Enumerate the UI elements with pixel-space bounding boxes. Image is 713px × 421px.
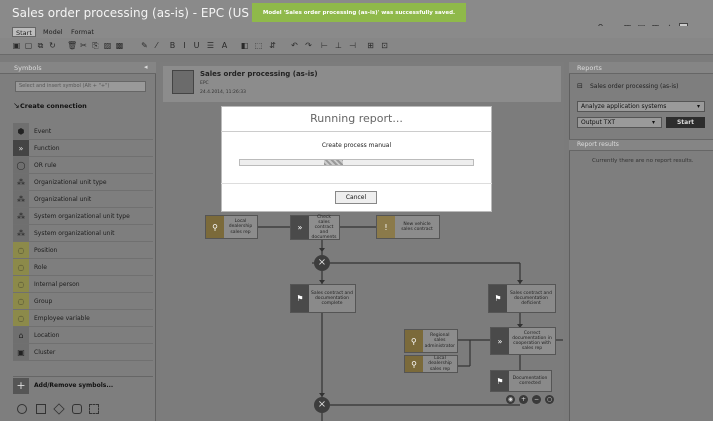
- event-node-deficient[interactable]: ⚑ Sales contract and documentation defic…: [488, 284, 556, 313]
- report-results-title: Report results: [577, 141, 619, 148]
- reports-model-name: Sales order processing (as-is): [590, 83, 679, 90]
- cancel-button[interactable]: Cancel: [335, 191, 377, 204]
- zoom-reset-icon[interactable]: ○: [545, 395, 554, 404]
- view-icon[interactable]: ◉: [506, 395, 515, 404]
- role-node-sales-rep[interactable]: ⚲ Local dealership sales rep: [205, 215, 258, 239]
- reports-panel: [569, 62, 713, 421]
- xor-connector[interactable]: ×: [314, 255, 330, 271]
- chevron-down-icon[interactable]: ▾: [697, 103, 700, 110]
- no-results-text: Currently there are no report results.: [592, 158, 694, 164]
- chevron-down-icon[interactable]: ▾: [652, 119, 655, 126]
- function-node-check-contract[interactable]: » Check sales contract and documents: [290, 215, 340, 240]
- function-icon: »: [291, 216, 309, 239]
- event-node-complete[interactable]: ⚑ Sales contract and documentation compl…: [290, 284, 356, 313]
- model-icon: ⊟: [577, 82, 583, 90]
- event-node-corrected[interactable]: ⚑ Documentation corrected: [490, 370, 552, 392]
- progress-bar: [239, 159, 474, 166]
- dialog-divider: [221, 183, 492, 184]
- output-format-select[interactable]: Output TXT: [577, 117, 662, 128]
- dialog-divider: [221, 131, 492, 132]
- xor-connector-2[interactable]: ×: [314, 397, 330, 413]
- zoom-out-icon[interactable]: −: [532, 395, 541, 404]
- role-icon: ⚲: [206, 216, 224, 238]
- report-select[interactable]: Analyze application systems: [577, 101, 705, 112]
- zoom-in-icon[interactable]: +: [519, 395, 528, 404]
- role-icon: ⚲: [405, 356, 423, 372]
- reports-title: Reports: [577, 64, 602, 72]
- role-icon: ⚲: [405, 330, 423, 352]
- event-icon: ⚑: [489, 285, 507, 312]
- dialog-message: Create process manual: [321, 142, 392, 149]
- function-node-correct-documentation[interactable]: » Correct documentation in cooperation w…: [490, 327, 556, 355]
- start-report-button[interactable]: Start: [666, 117, 705, 128]
- role-node-sales-rep-2[interactable]: ⚲ Local dealership sales rep: [404, 355, 458, 373]
- dialog-title: Running report...: [310, 112, 403, 125]
- progress-fill: [323, 160, 343, 165]
- event-icon: ⚑: [491, 371, 509, 391]
- event-icon: ⚑: [291, 285, 309, 312]
- function-icon: »: [491, 328, 509, 354]
- info-node-sales-contract[interactable]: ! New vehicle sales contract: [376, 215, 440, 239]
- role-node-regional-admin[interactable]: ⚲ Regional sales administrator: [404, 329, 458, 353]
- info-icon: !: [377, 216, 395, 238]
